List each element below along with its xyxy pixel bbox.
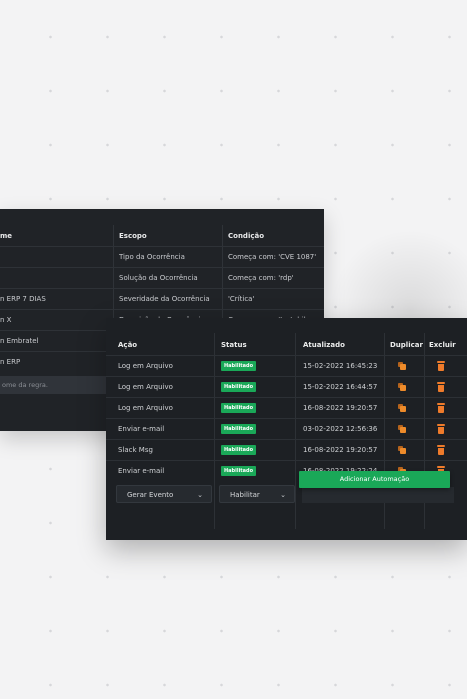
updated-at: 16-08-2022 19:20:57 (303, 446, 378, 454)
copy-icon[interactable] (398, 446, 406, 454)
trash-icon[interactable] (437, 445, 445, 455)
status-cell: Habilitado (221, 356, 257, 376)
copy-icon[interactable] (398, 383, 406, 391)
updated-at: 15-02-2022 16:44:57 (303, 383, 378, 391)
status-badge: Habilitado (221, 445, 257, 455)
action-name: Log em Arquivo (118, 404, 173, 412)
table-row[interactable]: Solução da Ocorrência Começa com: 'rdp' (0, 267, 324, 289)
copy-icon[interactable] (398, 404, 406, 412)
rule-condition: Começa com: 'CVE 1087' (228, 253, 317, 261)
header-condition: Condição (228, 232, 265, 240)
rule-name: n X (0, 316, 12, 324)
status-badge: Habilitado (221, 403, 257, 413)
status-cell: Habilitado (221, 398, 257, 418)
copy-icon[interactable] (398, 362, 406, 370)
chevron-down-icon: ⌄ (197, 491, 203, 499)
rule-condition: Começa com: 'rdp' (228, 274, 294, 282)
header-name: me (0, 232, 13, 240)
action-name: Log em Arquivo (118, 362, 173, 370)
rule-scope: Tipo da Ocorrência (119, 253, 185, 261)
table-row: Log em Arquivo Habilitado 16-08-2022 19:… (106, 397, 467, 418)
status-badge: Habilitado (221, 361, 257, 371)
action-select-value: Gerar Evento (127, 491, 174, 499)
automations-table-header: Ação Status Atualizado Duplicar Excluir (106, 335, 467, 355)
rule-name-input[interactable]: ome da regra. (0, 376, 110, 394)
rule-name: n Embratel (0, 337, 39, 345)
status-badge: Habilitado (221, 424, 257, 434)
action-name: Log em Arquivo (118, 383, 173, 391)
updated-at: 15-02-2022 16:45:23 (303, 362, 378, 370)
trash-icon[interactable] (437, 382, 445, 392)
header-status: Status (221, 341, 247, 349)
rule-name: n ERP 7 DIAS (0, 295, 46, 303)
table-row: Log em Arquivo Habilitado 15-02-2022 16:… (106, 376, 467, 397)
rules-table-header: me Escopo Condição (0, 227, 324, 245)
rule-scope: Severidade da Ocorrência (119, 295, 210, 303)
action-select[interactable]: Gerar Evento ⌄ (116, 485, 212, 503)
trash-icon[interactable] (437, 403, 445, 413)
updated-at: 03-02-2022 12:56:36 (303, 425, 378, 433)
action-name: Enviar e-mail (118, 425, 165, 433)
status-select-value: Habilitar (230, 491, 260, 499)
action-name: Slack Msg (118, 446, 153, 454)
trash-icon[interactable] (437, 424, 445, 434)
status-cell: Habilitado (221, 419, 257, 439)
chevron-down-icon: ⌄ (280, 491, 286, 499)
table-row: Enviar e-mail Habilitado 03-02-2022 12:5… (106, 418, 467, 439)
status-badge: Habilitado (221, 382, 257, 392)
table-row: Slack Msg Habilitado 16-08-2022 19:20:57 (106, 439, 467, 460)
status-cell: Habilitado (221, 377, 257, 397)
action-name: Enviar e-mail (118, 467, 165, 475)
header-scope: Escopo (119, 232, 147, 240)
status-select[interactable]: Habilitar ⌄ (219, 485, 295, 503)
copy-icon[interactable] (398, 425, 406, 433)
trash-icon[interactable] (437, 361, 445, 371)
header-duplicate: Duplicar (390, 341, 423, 349)
add-automation-field[interactable] (302, 487, 454, 503)
rule-condition: 'Crítica' (228, 295, 255, 303)
table-row: Log em Arquivo Habilitado 15-02-2022 16:… (106, 355, 467, 376)
automations-panel: Ação Status Atualizado Duplicar Excluir … (106, 318, 467, 540)
table-row[interactable]: Tipo da Ocorrência Começa com: 'CVE 1087… (0, 246, 324, 268)
rule-name: n ERP (0, 358, 21, 366)
updated-at: 16-08-2022 19:20:57 (303, 404, 378, 412)
status-cell: Habilitado (221, 440, 257, 460)
table-row[interactable]: n ERP 7 DIAS Severidade da Ocorrência 'C… (0, 288, 324, 310)
status-badge: Habilitado (221, 466, 257, 476)
status-cell: Habilitado (221, 461, 257, 481)
header-delete: Excluir (429, 341, 456, 349)
header-updated: Atualizado (303, 341, 345, 349)
header-action: Ação (118, 341, 138, 349)
add-automation-button[interactable]: Adicionar Automação (299, 471, 450, 488)
rule-scope: Solução da Ocorrência (119, 274, 198, 282)
